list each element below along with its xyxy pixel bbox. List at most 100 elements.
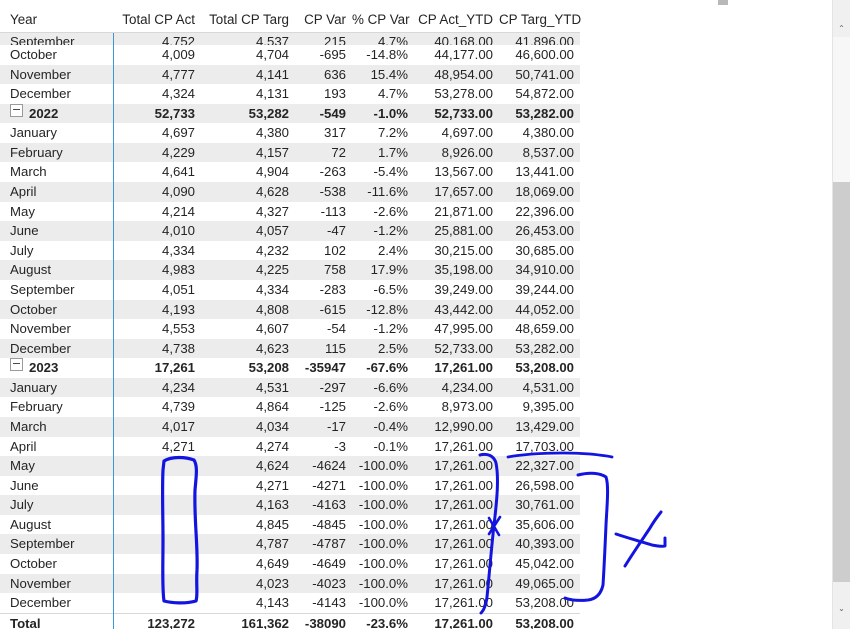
column-header-cp-targ-ytd[interactable]: CP Targ_YTD — [499, 0, 581, 33]
cell-cp-targ-ytd[interactable]: 53,282.00 — [499, 103, 580, 124]
cell-total-cp-targ[interactable]: 4,649 — [201, 554, 295, 574]
cell-total-cp-act[interactable]: 4,009 — [113, 45, 201, 65]
cell-pct-cp-var[interactable]: -11.6% — [352, 182, 414, 202]
cell-total-cp-act[interactable] — [113, 534, 201, 555]
cell-cp-act-ytd[interactable]: 40,168.00 — [414, 32, 499, 45]
cell-cp-var[interactable]: -113 — [295, 202, 352, 222]
cell-cp-act-ytd[interactable]: 17,261.00 — [414, 515, 499, 535]
cell-total-cp-act[interactable]: 4,090 — [113, 182, 201, 202]
cell-total-cp-act[interactable]: 4,553 — [113, 319, 201, 339]
cell-pct-cp-var[interactable]: -0.1% — [352, 437, 414, 457]
cell-total-cp-act[interactable] — [113, 573, 201, 594]
cell-cp-targ-ytd[interactable]: 53,282.00 — [499, 338, 580, 359]
table-row[interactable]: August 4,983 4,225 758 17.9% 35,198.00 34,910.… — [0, 260, 580, 280]
cell-total-cp-act[interactable] — [113, 495, 201, 515]
cell-cp-act-ytd[interactable]: 52,733.00 — [414, 338, 499, 359]
scroll-down-arrow-icon[interactable]: ⌄ — [833, 600, 850, 617]
cell-cp-targ-ytd[interactable]: 22,327.00 — [499, 456, 580, 476]
row-label-cell[interactable]: September — [0, 32, 114, 45]
cell-cp-act-ytd[interactable]: 17,261.00 — [414, 612, 499, 629]
cell-cp-targ-ytd[interactable]: 34,910.00 — [499, 260, 580, 280]
table-row[interactable]: February 4,739 4,864 -125 -2.6% 8,973.00 9,395… — [0, 397, 580, 417]
cell-total-cp-act[interactable]: 4,697 — [113, 123, 201, 143]
cell-cp-targ-ytd[interactable]: 39,244.00 — [499, 280, 580, 300]
row-label-cell[interactable]: Total — [0, 612, 114, 629]
cell-total-cp-act[interactable]: 4,214 — [113, 202, 201, 222]
cell-cp-act-ytd[interactable]: 17,261.00 — [414, 456, 499, 476]
cell-cp-var[interactable]: -297 — [295, 377, 352, 398]
cell-cp-act-ytd[interactable]: 44,177.00 — [414, 45, 499, 65]
cell-total-cp-act[interactable]: 4,752 — [113, 32, 201, 45]
cell-total-cp-targ[interactable]: 4,225 — [201, 260, 295, 280]
table-row[interactable]: April 4,271 4,274 -3 -0.1% 17,261.00 17,703.00 — [0, 436, 580, 457]
cell-cp-var[interactable]: -125 — [295, 397, 352, 417]
cell-total-cp-targ[interactable]: 4,380 — [201, 123, 295, 143]
cell-cp-var[interactable]: -538 — [295, 182, 352, 202]
cell-total-cp-targ[interactable]: 4,334 — [201, 280, 295, 300]
table-row[interactable]: November 4,023 -4023 -100.0% 17,261.00 49,065… — [0, 573, 580, 594]
cell-total-cp-act[interactable]: 52,733 — [113, 103, 201, 124]
cell-pct-cp-var[interactable]: -2.6% — [352, 397, 414, 417]
cell-cp-targ-ytd[interactable]: 17,703.00 — [499, 437, 580, 457]
table-row[interactable]: 2023 17,261 53,208 -35947 -67.6% 17,261.00 53,… — [0, 358, 580, 378]
cell-total-cp-targ[interactable]: 4,327 — [201, 202, 295, 222]
cell-cp-targ-ytd[interactable]: 9,395.00 — [499, 397, 580, 417]
cell-cp-targ-ytd[interactable]: 26,453.00 — [499, 221, 580, 241]
cell-cp-var[interactable]: -4271 — [295, 476, 352, 496]
cell-cp-targ-ytd[interactable]: 49,065.00 — [499, 573, 580, 594]
cell-cp-act-ytd[interactable]: 52,733.00 — [414, 103, 499, 124]
cell-total-cp-act[interactable]: 123,272 — [113, 612, 201, 629]
cell-pct-cp-var[interactable]: -0.4% — [352, 416, 414, 437]
cell-cp-var[interactable]: 193 — [295, 84, 352, 104]
cell-total-cp-act[interactable]: 4,010 — [113, 221, 201, 241]
cell-total-cp-targ[interactable]: 4,537 — [201, 32, 295, 45]
table-row[interactable]: January 4,234 4,531 -297 -6.6% 4,234.00 4,531.… — [0, 377, 580, 398]
cell-total-cp-act[interactable]: 4,738 — [113, 338, 201, 359]
column-header-cp-act-ytd[interactable]: CP Act_YTD — [414, 0, 499, 33]
cell-cp-var[interactable]: -4163 — [295, 495, 352, 515]
cell-cp-var[interactable]: -263 — [295, 162, 352, 182]
cell-cp-var[interactable]: -4624 — [295, 456, 352, 476]
row-label-cell[interactable]: 2023 — [0, 358, 114, 378]
cell-cp-var[interactable]: -17 — [295, 416, 352, 437]
cell-total-cp-targ[interactable]: 4,057 — [201, 221, 295, 241]
matrix-table[interactable]: Year Total CP Act Total CP Targ CP Var %… — [0, 0, 581, 629]
cell-cp-targ-ytd[interactable]: 44,052.00 — [499, 299, 580, 320]
cell-cp-act-ytd[interactable]: 17,261.00 — [414, 358, 499, 378]
cell-cp-act-ytd[interactable]: 53,278.00 — [414, 84, 499, 104]
cell-pct-cp-var[interactable]: 2.4% — [352, 241, 414, 261]
cell-pct-cp-var[interactable]: -100.0% — [352, 456, 414, 476]
table-row[interactable]: September 4,051 4,334 -283 -6.5% 39,249.00 39,… — [0, 279, 580, 300]
cell-pct-cp-var[interactable]: -100.0% — [352, 573, 414, 594]
cell-total-cp-targ[interactable]: 4,143 — [201, 593, 295, 613]
cell-total-cp-targ[interactable]: 4,531 — [201, 377, 295, 398]
cell-cp-var[interactable]: -615 — [295, 299, 352, 320]
table-row[interactable]: March 4,017 4,034 -17 -0.4% 12,990.00 13,429.0… — [0, 416, 580, 437]
cell-pct-cp-var[interactable]: -2.6% — [352, 202, 414, 222]
table-row[interactable]: September 4,752 4,537 215 4.7% 40,168.00 41,89… — [0, 32, 580, 45]
cell-cp-var[interactable]: -283 — [295, 280, 352, 300]
cell-cp-var[interactable]: 115 — [295, 338, 352, 359]
cell-cp-act-ytd[interactable]: 4,234.00 — [414, 377, 499, 398]
vertical-scrollbar[interactable]: ⌃ ⌄ — [832, 0, 850, 629]
cell-pct-cp-var[interactable]: -100.0% — [352, 476, 414, 496]
cell-cp-targ-ytd[interactable]: 50,741.00 — [499, 64, 580, 85]
cell-cp-var[interactable]: -4023 — [295, 573, 352, 594]
table-row[interactable]: September 4,787 -4787 -100.0% 17,261.00 40,39… — [0, 534, 580, 555]
cell-cp-var[interactable]: 636 — [295, 64, 352, 85]
table-row[interactable]: 2022 52,733 53,282 -549 -1.0% 52,733.00 53,282… — [0, 103, 580, 124]
cell-cp-act-ytd[interactable]: 17,261.00 — [414, 495, 499, 515]
column-header-year[interactable]: Year — [0, 0, 113, 33]
table-row[interactable]: April 4,090 4,628 -538 -11.6% 17,657.00 18,069… — [0, 182, 580, 202]
table-row[interactable]: October 4,649 -4649 -100.0% 17,261.00 45,042.… — [0, 554, 580, 574]
cell-cp-var[interactable]: 758 — [295, 260, 352, 280]
cell-total-cp-targ[interactable]: 4,787 — [201, 534, 295, 555]
cell-cp-targ-ytd[interactable]: 54,872.00 — [499, 84, 580, 104]
cell-total-cp-targ[interactable]: 4,808 — [201, 299, 295, 320]
cell-total-cp-act[interactable]: 4,739 — [113, 397, 201, 417]
cell-cp-var[interactable]: -4845 — [295, 515, 352, 535]
cell-cp-act-ytd[interactable]: 17,657.00 — [414, 182, 499, 202]
cell-total-cp-targ[interactable]: 4,131 — [201, 84, 295, 104]
cell-cp-targ-ytd[interactable]: 30,761.00 — [499, 495, 580, 515]
cell-cp-act-ytd[interactable]: 17,261.00 — [414, 437, 499, 457]
